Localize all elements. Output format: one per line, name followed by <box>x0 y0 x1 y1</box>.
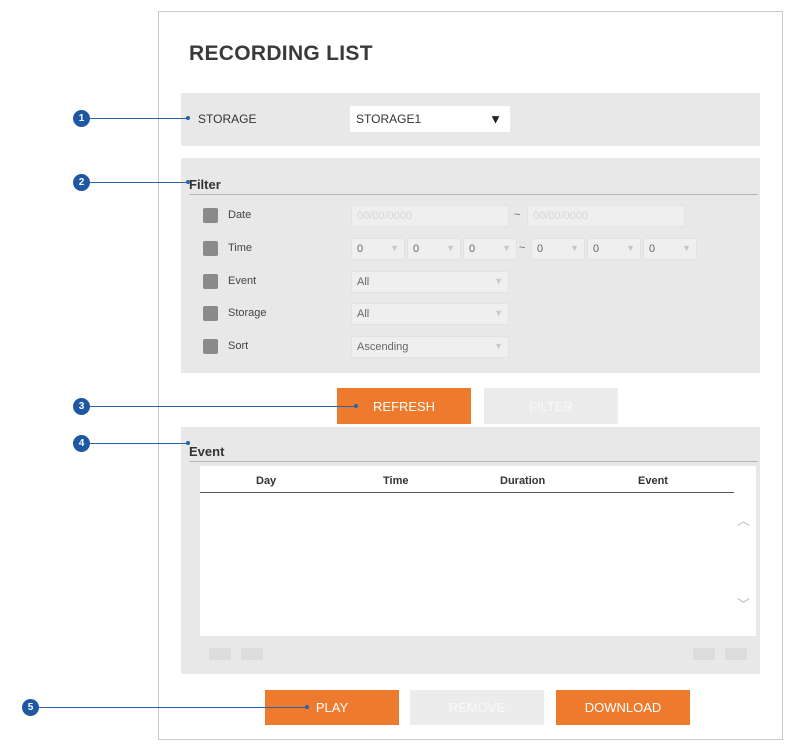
storage-select-value: STORAGE1 <box>356 112 422 126</box>
callout-line-4 <box>90 443 188 444</box>
date-from-value: 00/00/0000 <box>357 210 413 222</box>
time-from-hour-select[interactable]: 0 ▼ <box>351 238 405 260</box>
filter-button[interactable]: FILTER <box>484 388 618 424</box>
time-to-minute-select[interactable]: 0 ▼ <box>587 238 641 260</box>
time-label: Time <box>228 242 253 254</box>
column-header-day: Day <box>256 475 277 487</box>
callout-marker-4: 4 <box>73 435 90 452</box>
prev-page-button[interactable] <box>241 648 263 660</box>
time-from-second-select[interactable]: 0 ▼ <box>463 238 517 260</box>
time-to-hour-select[interactable]: 0 ▼ <box>531 238 585 260</box>
first-page-button[interactable] <box>209 648 231 660</box>
storage-filter-checkbox[interactable] <box>203 306 218 321</box>
time-from-second-value: 0 <box>469 243 476 255</box>
event-select[interactable]: All ▼ <box>351 271 509 293</box>
callout-dot-5 <box>305 705 309 709</box>
time-to-minute-value: 0 <box>593 243 600 255</box>
event-label: Event <box>228 275 257 287</box>
callout-marker-1: 1 <box>73 110 90 127</box>
time-to-second-value: 0 <box>649 243 656 255</box>
time-from-minute-value: 0 <box>413 243 420 255</box>
callout-line-3 <box>90 406 356 407</box>
filter-divider <box>189 194 758 195</box>
dropdown-arrow-icon: ▼ <box>502 243 511 253</box>
dropdown-arrow-icon: ▼ <box>682 243 691 253</box>
last-page-button[interactable] <box>725 648 747 660</box>
filter-heading: Filter <box>189 177 221 192</box>
dropdown-arrow-icon: ▼ <box>494 276 503 286</box>
callout-dot-4 <box>186 441 190 445</box>
filter-panel: Filter Date 00/00/0000 ~ 00/00/0000 Time… <box>181 158 760 373</box>
date-range-separator: ~ <box>514 209 521 221</box>
dropdown-arrow-icon: ▼ <box>494 341 503 351</box>
column-header-time: Time <box>383 475 409 487</box>
callout-dot-3 <box>354 404 358 408</box>
storage-select[interactable]: STORAGE1 ▼ <box>350 106 510 132</box>
callout-line-2 <box>90 182 188 183</box>
callout-marker-2: 2 <box>73 174 90 191</box>
sort-label: Sort <box>228 340 249 352</box>
remove-button[interactable]: REMOVE <box>410 690 544 725</box>
page-title: RECORDING LIST <box>189 42 373 65</box>
event-divider <box>189 461 758 462</box>
column-header-duration: Duration <box>500 475 546 487</box>
time-from-hour-value: 0 <box>357 243 364 255</box>
callout-marker-5: 5 <box>22 699 39 716</box>
dropdown-arrow-icon: ▼ <box>494 308 503 318</box>
callout-line-1 <box>90 118 188 119</box>
date-checkbox[interactable] <box>203 208 218 223</box>
dropdown-arrow-icon: ▼ <box>390 243 399 253</box>
time-from-minute-select[interactable]: 0 ▼ <box>407 238 461 260</box>
sort-checkbox[interactable] <box>203 339 218 354</box>
storage-filter-label: Storage <box>228 307 267 319</box>
date-to-input[interactable]: 00/00/0000 <box>527 205 685 227</box>
storage-filter-select[interactable]: All ▼ <box>351 303 509 325</box>
time-to-hour-value: 0 <box>537 243 544 255</box>
dropdown-arrow-icon: ▼ <box>626 243 635 253</box>
time-range-separator: ~ <box>519 242 526 254</box>
time-to-second-select[interactable]: 0 ▼ <box>643 238 697 260</box>
download-button[interactable]: DOWNLOAD <box>556 690 690 725</box>
time-checkbox[interactable] <box>203 241 218 256</box>
callout-dot-1 <box>186 116 190 120</box>
storage-label: STORAGE <box>198 112 257 126</box>
next-page-button[interactable] <box>693 648 715 660</box>
event-select-value: All <box>357 276 370 288</box>
dropdown-arrow-icon: ▼ <box>489 111 502 127</box>
event-heading: Event <box>189 444 225 459</box>
dropdown-arrow-icon: ▼ <box>446 243 455 253</box>
event-table: Day Time Duration Event ︿ ﹀ <box>200 466 756 636</box>
date-label: Date <box>228 209 252 221</box>
scroll-up-icon[interactable]: ︿ <box>737 510 750 529</box>
sort-select-value: Ascending <box>357 341 409 353</box>
callout-dot-2 <box>186 180 190 184</box>
table-header-divider <box>200 492 734 493</box>
column-header-event: Event <box>638 475 668 487</box>
callout-line-5 <box>39 707 307 708</box>
storage-panel: STORAGE STORAGE1 ▼ <box>181 93 760 146</box>
date-to-value: 00/00/0000 <box>533 210 589 222</box>
storage-filter-value: All <box>357 308 370 320</box>
scroll-down-icon[interactable]: ﹀ <box>737 594 750 613</box>
date-from-input[interactable]: 00/00/0000 <box>351 205 509 227</box>
event-checkbox[interactable] <box>203 274 218 289</box>
callout-marker-3: 3 <box>73 398 90 415</box>
sort-select[interactable]: Ascending ▼ <box>351 336 509 358</box>
dropdown-arrow-icon: ▼ <box>570 243 579 253</box>
